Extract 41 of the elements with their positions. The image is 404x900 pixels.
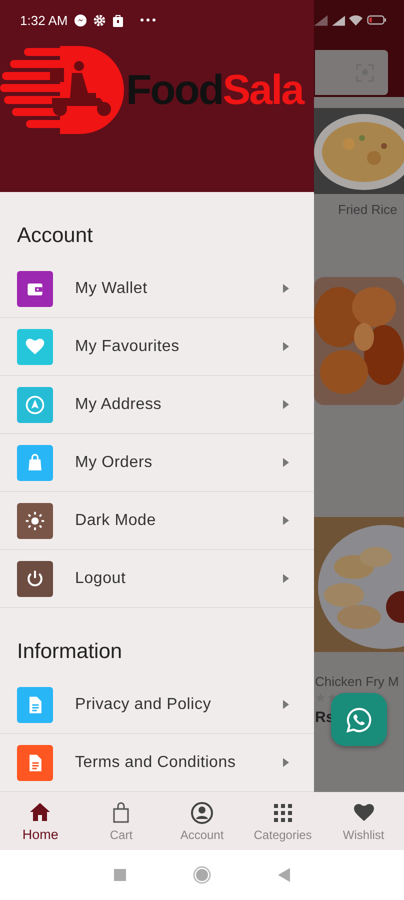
section-heading: Information (16, 639, 124, 665)
chevron-icon (283, 342, 289, 351)
chevron-icon (283, 516, 289, 525)
star-icon (315, 692, 326, 703)
battery-icon (366, 14, 386, 26)
signal-icon (314, 14, 328, 26)
product-name: Chicken Fry M (315, 674, 400, 689)
chevron-icon (283, 400, 289, 409)
sun-icon (24, 510, 46, 532)
wifi-icon (349, 14, 363, 26)
settings-icon (92, 14, 106, 26)
chevron-icon (283, 458, 289, 467)
chat-phone-icon (345, 706, 373, 734)
status-time: 1:32 AM (20, 12, 68, 28)
chevron-icon (283, 284, 289, 293)
chevron-icon (283, 758, 289, 767)
more-icon (140, 18, 156, 22)
back-icon[interactable] (278, 868, 290, 882)
navigation-icon (24, 394, 46, 416)
menu-item[interactable]: Logout (0, 550, 314, 608)
recents-icon[interactable] (114, 869, 126, 881)
home-icon[interactable] (192, 866, 211, 884)
product-label: Fried Rice (338, 202, 398, 217)
bag-icon (112, 14, 124, 26)
signal-icon (332, 14, 346, 26)
chevron-icon (283, 700, 289, 709)
search-field[interactable] (315, 50, 388, 95)
menu-item[interactable]: My Favourites (0, 318, 314, 376)
menu-item[interactable]: Dark Mode (0, 492, 314, 550)
menu-item[interactable]: My Orders (0, 434, 314, 492)
chevron-icon (283, 574, 289, 583)
home-icon (28, 800, 52, 824)
nav-tab[interactable]: Home (0, 792, 81, 850)
menu-item[interactable]: My Address (0, 376, 314, 434)
section-heading: Account (16, 223, 94, 249)
menu-item[interactable]: Privacy and Policy (0, 676, 314, 734)
whatsapp-button[interactable] (331, 693, 387, 746)
logo-text: FoodSala (126, 66, 304, 114)
menu-item[interactable]: My Wallet (0, 260, 314, 318)
person-icon (190, 800, 214, 824)
messenger-icon (74, 14, 87, 26)
